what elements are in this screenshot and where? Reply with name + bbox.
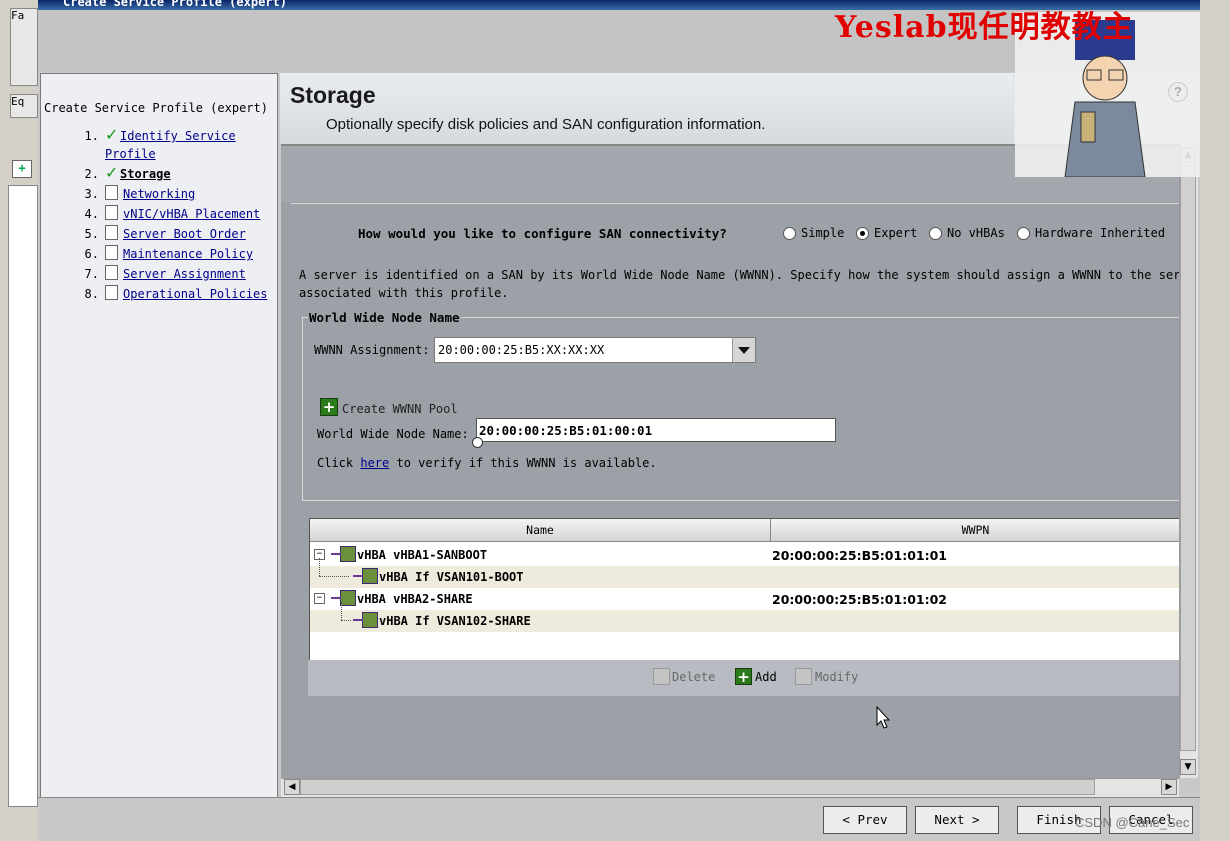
create-wwnn-pool-link[interactable]: Create WWNN Pool	[342, 402, 458, 416]
page-header	[280, 73, 1014, 144]
add-icon[interactable]: +	[735, 668, 752, 685]
vertical-scroll-thumb[interactable]	[1180, 165, 1196, 751]
checkmark-icon: ✓	[105, 163, 119, 182]
wizard-step-identify[interactable]: 1. ✓ Identify Service Profile	[41, 125, 277, 167]
collapse-icon[interactable]: −	[314, 593, 325, 604]
vhba-interface-icon	[353, 612, 378, 628]
scroll-left-icon[interactable]: ◀	[284, 779, 300, 795]
wizard-title: Create Service Profile (expert)	[44, 101, 268, 115]
watermark-text: Yeslab现任明教教主	[835, 10, 1134, 45]
wizard-step-operational[interactable]: 8. Operational Policies	[41, 285, 277, 307]
delete-button[interactable]: Delete	[672, 670, 715, 684]
add-button[interactable]: Add	[755, 670, 777, 684]
document-icon	[105, 285, 118, 300]
verify-wwnn-text: Click here to verify if this WWNN is ava…	[317, 456, 657, 470]
wwnn-name-input[interactable]: 20:00:00:25:B5:01:00:01	[476, 418, 836, 442]
background-tab-fa[interactable]: Fa	[10, 8, 38, 86]
wwnn-legend: World Wide Node Name	[308, 310, 461, 325]
wizard-step-maintenance[interactable]: 6. Maintenance Policy	[41, 245, 277, 267]
document-icon	[105, 205, 118, 220]
radio-no-vhbas[interactable]	[929, 227, 942, 240]
background-app-left: Fa Eq +	[0, 0, 39, 840]
table-row[interactable]: − vHBA vHBA2-SHARE 20:00:00:25:B5:01:01:…	[310, 588, 1180, 610]
wizard-step-placement[interactable]: 4. vNIC/vHBA Placement	[41, 205, 277, 227]
wwnn-assignment-label: WWNN Assignment:	[314, 343, 430, 357]
wizard-step-storage[interactable]: 2. ✓ Storage	[41, 163, 277, 187]
page-title: Storage	[290, 82, 376, 108]
document-icon	[105, 185, 118, 200]
document-icon	[105, 225, 118, 240]
dialog-title: Create Service Profile (expert)	[63, 0, 287, 9]
wizard-step-server-assignment[interactable]: 7. Server Assignment	[41, 265, 277, 287]
trash-icon	[653, 668, 670, 685]
page-subtitle: Optionally specify disk policies and SAN…	[326, 116, 766, 133]
verify-here-link[interactable]: here	[360, 456, 389, 470]
column-header-name[interactable]: Name	[310, 519, 771, 542]
radio-expert[interactable]	[856, 227, 869, 240]
help-icon[interactable]: ?	[1168, 82, 1188, 102]
radio-simple[interactable]	[783, 227, 796, 240]
wizard-step-boot-order[interactable]: 5. Server Boot Order	[41, 225, 277, 247]
next-button[interactable]: Next >	[915, 806, 999, 834]
prev-button[interactable]: < Prev	[823, 806, 907, 834]
modify-icon	[795, 668, 812, 685]
scroll-right-icon[interactable]: ▶	[1161, 779, 1177, 795]
create-pool-icon[interactable]: +	[320, 398, 338, 416]
checkmark-icon: ✓	[105, 125, 119, 144]
wwnn-assignment-select[interactable]: 20:00:00:25:B5:XX:XX:XX	[434, 337, 756, 363]
radio-hardware-inherited[interactable]	[1017, 227, 1030, 240]
background-app-right	[1200, 0, 1230, 840]
horizontal-scroll-thumb[interactable]	[300, 779, 1095, 795]
column-header-wwpn[interactable]: WWPN	[771, 519, 1180, 542]
wwnn-name-label: World Wide Node Name:	[317, 427, 469, 441]
mouse-cursor-icon	[876, 706, 890, 729]
san-question: How would you like to configure SAN conn…	[358, 226, 727, 241]
modify-button[interactable]: Modify	[815, 670, 858, 684]
info-icon	[472, 437, 483, 448]
table-row[interactable]: − vHBA vHBA1-SANBOOT 20:00:00:25:B5:01:0…	[310, 544, 1180, 566]
wizard-step-networking[interactable]: 3. Networking	[41, 185, 277, 207]
wizard-steps-panel: Create Service Profile (expert) 1. ✓ Ide…	[40, 73, 278, 798]
vhba-interface-icon	[353, 568, 378, 584]
background-tab-eq[interactable]: Eq	[10, 94, 38, 118]
table-action-bar: Delete + Add Modify	[308, 660, 1179, 696]
scroll-down-icon[interactable]: ▼	[1180, 759, 1196, 775]
document-icon	[105, 265, 118, 280]
table-row[interactable]: vHBA If VSAN102-SHARE	[310, 602, 1180, 632]
wwnn-description: A server is identified on a SAN by its W…	[299, 268, 1179, 300]
csdn-watermark: CSDN @Cane_Sec	[1075, 815, 1190, 830]
table-row[interactable]: vHBA If VSAN101-BOOT	[310, 558, 1180, 588]
vhba-icon	[331, 546, 356, 562]
chevron-down-icon[interactable]	[732, 338, 755, 362]
vhba-table: Name WWPN − vHBA vHBA1-SANBOOT 20:00:00:…	[309, 518, 1180, 661]
expand-all-icon[interactable]: +	[12, 160, 32, 178]
vhba-icon	[331, 590, 356, 606]
background-tree-panel	[8, 185, 38, 807]
section-divider	[291, 203, 1179, 204]
document-icon	[105, 245, 118, 260]
